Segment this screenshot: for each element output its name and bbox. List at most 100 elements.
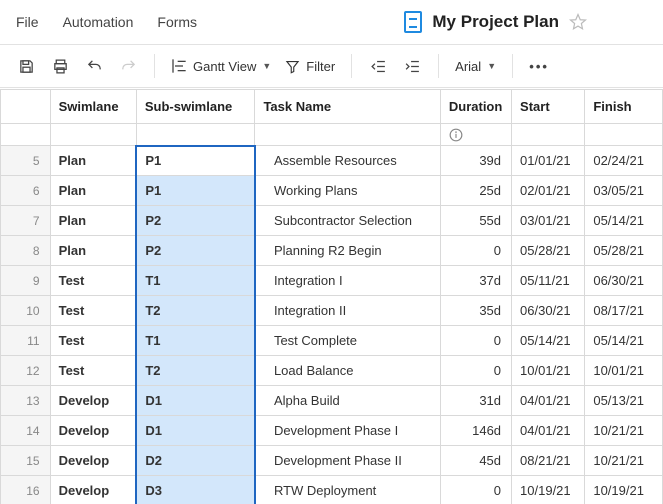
- cell-swimlane[interactable]: Develop: [50, 416, 136, 446]
- cell-finish[interactable]: 03/05/21: [585, 176, 663, 206]
- cell-swimlane[interactable]: Test: [50, 356, 136, 386]
- cell-finish[interactable]: 05/13/21: [585, 386, 663, 416]
- cell-sub-swimlane[interactable]: D3: [136, 476, 255, 504]
- cell-duration[interactable]: 0: [440, 236, 511, 266]
- cell-finish[interactable]: 10/21/21: [585, 416, 663, 446]
- font-selector[interactable]: Arial ▼: [449, 50, 502, 82]
- row-number[interactable]: 16: [1, 476, 51, 504]
- indent-icon[interactable]: [396, 50, 428, 82]
- cell-duration[interactable]: 25d: [440, 176, 511, 206]
- outdent-icon[interactable]: [362, 50, 394, 82]
- table-row[interactable]: 16DevelopD3RTW Deployment010/19/2110/19/…: [1, 476, 663, 504]
- cell-duration[interactable]: 0: [440, 326, 511, 356]
- row-number[interactable]: 13: [1, 386, 51, 416]
- cell-task-name[interactable]: Integration I: [255, 266, 440, 296]
- header-start[interactable]: Start: [512, 90, 585, 124]
- cell-duration[interactable]: 55d: [440, 206, 511, 236]
- cell-sub-swimlane[interactable]: D1: [136, 386, 255, 416]
- cell-swimlane[interactable]: Develop: [50, 446, 136, 476]
- table-row[interactable]: 10TestT2Integration II35d06/30/2108/17/2…: [1, 296, 663, 326]
- row-number[interactable]: 9: [1, 266, 51, 296]
- cell-sub-swimlane[interactable]: T1: [136, 326, 255, 356]
- save-icon[interactable]: [10, 50, 42, 82]
- filter-button[interactable]: Filter: [279, 50, 341, 82]
- header-rownum[interactable]: [1, 90, 51, 124]
- cell-duration[interactable]: 37d: [440, 266, 511, 296]
- cell-start[interactable]: 04/01/21: [512, 386, 585, 416]
- cell-finish[interactable]: 10/19/21: [585, 476, 663, 504]
- print-icon[interactable]: [44, 50, 76, 82]
- cell-swimlane[interactable]: Develop: [50, 386, 136, 416]
- header-task-name[interactable]: Task Name: [255, 90, 440, 124]
- header-duration[interactable]: Duration: [440, 90, 511, 124]
- table-row[interactable]: 14DevelopD1Development Phase I146d04/01/…: [1, 416, 663, 446]
- document-title[interactable]: My Project Plan: [432, 12, 559, 32]
- cell-task-name[interactable]: Working Plans: [255, 176, 440, 206]
- cell-finish[interactable]: 06/30/21: [585, 266, 663, 296]
- cell-finish[interactable]: 10/21/21: [585, 446, 663, 476]
- view-selector[interactable]: Gantt View ▼: [165, 50, 277, 82]
- cell-sub-swimlane[interactable]: P1: [136, 176, 255, 206]
- cell-sub-swimlane[interactable]: D1: [136, 416, 255, 446]
- table-row[interactable]: 11TestT1Test Complete005/14/2105/14/21: [1, 326, 663, 356]
- row-number[interactable]: 15: [1, 446, 51, 476]
- row-number[interactable]: 14: [1, 416, 51, 446]
- cell-swimlane[interactable]: Test: [50, 296, 136, 326]
- cell-finish[interactable]: 05/14/21: [585, 206, 663, 236]
- cell-swimlane[interactable]: Develop: [50, 476, 136, 504]
- cell-duration[interactable]: 0: [440, 356, 511, 386]
- cell-sub-swimlane[interactable]: P2: [136, 206, 255, 236]
- cell-start[interactable]: 10/01/21: [512, 356, 585, 386]
- cell-task-name[interactable]: Assemble Resources: [255, 146, 440, 176]
- cell-task-name[interactable]: Development Phase II: [255, 446, 440, 476]
- cell-sub-swimlane[interactable]: T2: [136, 356, 255, 386]
- header-sub-swimlane[interactable]: Sub-swimlane: [136, 90, 255, 124]
- cell-task-name[interactable]: Integration II: [255, 296, 440, 326]
- row-number[interactable]: 5: [1, 146, 51, 176]
- cell-finish[interactable]: 05/14/21: [585, 326, 663, 356]
- table-row[interactable]: 8PlanP2Planning R2 Begin005/28/2105/28/2…: [1, 236, 663, 266]
- cell-start[interactable]: 03/01/21: [512, 206, 585, 236]
- more-menu-icon[interactable]: •••: [523, 50, 555, 82]
- row-number[interactable]: 10: [1, 296, 51, 326]
- cell-start[interactable]: 04/01/21: [512, 416, 585, 446]
- row-number[interactable]: 12: [1, 356, 51, 386]
- cell-task-name[interactable]: Subcontractor Selection: [255, 206, 440, 236]
- cell-task-name[interactable]: RTW Deployment: [255, 476, 440, 504]
- row-number[interactable]: 6: [1, 176, 51, 206]
- table-row[interactable]: 12TestT2Load Balance010/01/2110/01/21: [1, 356, 663, 386]
- data-grid[interactable]: Swimlane Sub-swimlane Task Name Duration…: [0, 89, 663, 504]
- cell-finish[interactable]: 10/01/21: [585, 356, 663, 386]
- table-row[interactable]: 9TestT1Integration I37d05/11/2106/30/21: [1, 266, 663, 296]
- cell-start[interactable]: 10/19/21: [512, 476, 585, 504]
- cell-sub-swimlane[interactable]: T2: [136, 296, 255, 326]
- cell-sub-swimlane[interactable]: T1: [136, 266, 255, 296]
- cell-duration[interactable]: 39d: [440, 146, 511, 176]
- cell-task-name[interactable]: Test Complete: [255, 326, 440, 356]
- menu-forms[interactable]: Forms: [157, 14, 197, 30]
- undo-icon[interactable]: [78, 50, 110, 82]
- cell-duration[interactable]: 146d: [440, 416, 511, 446]
- cell-finish[interactable]: 08/17/21: [585, 296, 663, 326]
- cell-task-name[interactable]: Planning R2 Begin: [255, 236, 440, 266]
- cell-duration[interactable]: 35d: [440, 296, 511, 326]
- cell-finish[interactable]: 05/28/21: [585, 236, 663, 266]
- cell-duration[interactable]: 31d: [440, 386, 511, 416]
- cell-task-name[interactable]: Alpha Build: [255, 386, 440, 416]
- header-swimlane[interactable]: Swimlane: [50, 90, 136, 124]
- table-row[interactable]: 5PlanP1Assemble Resources39d01/01/2102/2…: [1, 146, 663, 176]
- cell-start[interactable]: 08/21/21: [512, 446, 585, 476]
- cell-start[interactable]: 05/11/21: [512, 266, 585, 296]
- cell-task-name[interactable]: Development Phase I: [255, 416, 440, 446]
- cell-swimlane[interactable]: Plan: [50, 236, 136, 266]
- cell-start[interactable]: 06/30/21: [512, 296, 585, 326]
- cell-swimlane[interactable]: Plan: [50, 146, 136, 176]
- cell-sub-swimlane[interactable]: P1: [136, 146, 255, 176]
- row-number[interactable]: 8: [1, 236, 51, 266]
- menu-file[interactable]: File: [16, 14, 39, 30]
- row-number[interactable]: 11: [1, 326, 51, 356]
- table-row[interactable]: 15DevelopD2Development Phase II45d08/21/…: [1, 446, 663, 476]
- cell-duration[interactable]: 0: [440, 476, 511, 504]
- cell-task-name[interactable]: Load Balance: [255, 356, 440, 386]
- cell-start[interactable]: 01/01/21: [512, 146, 585, 176]
